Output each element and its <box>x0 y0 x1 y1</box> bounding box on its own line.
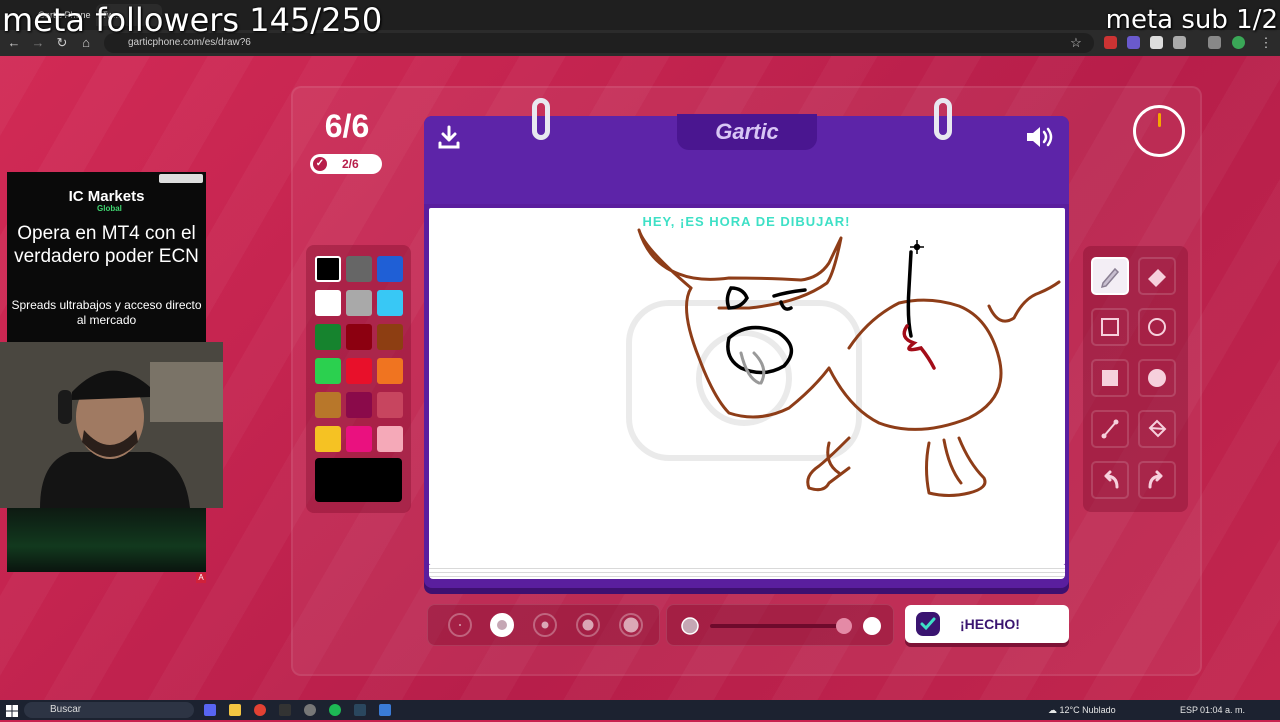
color-swatch[interactable] <box>346 290 372 316</box>
app-icon[interactable] <box>379 704 391 716</box>
color-swatch[interactable] <box>346 324 372 350</box>
players-done-badge: ✓ 2/6 <box>310 154 382 174</box>
timer-hand-icon <box>1158 113 1161 127</box>
drawing-notepad: Gartic HEY, ¡ES HORA DE DIBUJAR! TORO <box>424 98 1069 588</box>
prompt-title: HEY, ¡ES HORA DE DIBUJAR! <box>642 214 851 229</box>
headset-icon <box>58 390 72 424</box>
brush-size-option[interactable] <box>448 613 472 637</box>
chrome-icon[interactable] <box>254 704 266 716</box>
color-swatch[interactable] <box>377 290 403 316</box>
sub-goal-text: meta sub 1/2 <box>1105 5 1278 35</box>
drawing-canvas[interactable] <box>429 208 1065 565</box>
color-swatch[interactable] <box>377 426 403 452</box>
color-swatch[interactable] <box>315 324 341 350</box>
discord-icon[interactable] <box>204 704 216 716</box>
color-swatch[interactable] <box>346 256 372 282</box>
sound-icon[interactable] <box>1024 124 1058 155</box>
weather-text: 12°C Nublado <box>1059 705 1116 715</box>
line-icon[interactable] <box>1091 410 1129 448</box>
opacity-handle <box>836 618 852 634</box>
color-swatch[interactable] <box>377 256 403 282</box>
color-swatch[interactable] <box>315 426 341 452</box>
done-check-icon <box>916 612 940 636</box>
ad-choices-icon[interactable] <box>159 174 203 183</box>
color-swatch[interactable] <box>377 324 403 350</box>
ad-body: Spreads ultrabajos y acceso directo al m… <box>11 298 202 327</box>
bucket-icon[interactable] <box>1138 410 1176 448</box>
followers-goal-text: meta followers 145/250 <box>2 1 383 39</box>
spotify-icon[interactable] <box>329 704 341 716</box>
ad-headline: Opera en MT4 con el verdadero poder ECN <box>14 223 199 267</box>
language-indicator[interactable]: ESP <box>1180 700 1198 720</box>
brush-size-option[interactable] <box>533 613 557 637</box>
done-label: ¡HECHO! <box>960 616 1020 632</box>
taskbar-search[interactable]: Buscar <box>24 702 194 718</box>
color-swatch[interactable] <box>315 358 341 384</box>
opacity-high-icon <box>863 617 881 635</box>
color-swatch[interactable] <box>377 358 403 384</box>
app-icon[interactable] <box>304 704 316 716</box>
paper-stack-edge <box>429 565 1065 579</box>
color-swatch[interactable] <box>346 426 372 452</box>
clock[interactable]: 01:04 a. m. <box>1200 700 1245 720</box>
opacity-slider[interactable] <box>666 604 894 646</box>
color-swatch[interactable] <box>315 256 341 282</box>
file-explorer-icon[interactable] <box>229 704 241 716</box>
webcam-feed <box>0 342 223 508</box>
players-done-count: 2/6 <box>342 157 359 171</box>
download-icon[interactable] <box>436 124 462 155</box>
ad-brand: IC Markets <box>68 188 145 205</box>
bull-snout-drawing <box>739 351 766 385</box>
done-button[interactable]: ¡HECHO! <box>905 605 1069 643</box>
pencil-icon[interactable] <box>1091 257 1129 295</box>
ad-brand-sub: Global <box>97 204 122 213</box>
ad-banner[interactable]: IC Markets Global Opera en MT4 con el ve… <box>7 172 206 342</box>
ad-report-icon[interactable]: A <box>196 573 206 583</box>
timer-clock <box>1133 105 1185 157</box>
binder-ring-icon <box>934 98 952 140</box>
app-icon[interactable] <box>279 704 291 716</box>
gartic-logo: Gartic <box>677 114 817 150</box>
undo-icon[interactable] <box>1091 461 1129 499</box>
round-counter: 6/6 <box>324 108 370 144</box>
weather-widget[interactable]: ☁ 12°C Nublado <box>1048 700 1116 720</box>
current-color-preview <box>315 458 402 502</box>
brush-size-option-selected[interactable] <box>490 613 514 637</box>
prompt-word: TORO <box>716 229 777 252</box>
color-swatch[interactable] <box>315 290 341 316</box>
circle-filled-icon[interactable] <box>1138 359 1176 397</box>
brush-size-selector <box>427 604 660 646</box>
tools-panel <box>1083 246 1188 512</box>
color-palette <box>306 245 411 513</box>
steam-icon[interactable] <box>354 704 366 716</box>
color-swatch[interactable] <box>377 392 403 418</box>
eraser-icon[interactable] <box>1138 257 1176 295</box>
windows-start-icon[interactable] <box>6 704 18 717</box>
redo-icon[interactable] <box>1138 461 1176 499</box>
watermark-logo <box>626 300 862 461</box>
color-swatch[interactable] <box>346 392 372 418</box>
brush-size-option[interactable] <box>619 613 643 637</box>
opacity-low-icon <box>681 617 699 635</box>
color-swatch[interactable] <box>315 392 341 418</box>
webcam-lower <box>7 508 206 572</box>
square-filled-icon[interactable] <box>1091 359 1129 397</box>
color-swatch[interactable] <box>346 358 372 384</box>
circle-outline-icon[interactable] <box>1138 308 1176 346</box>
binder-ring-icon <box>532 98 550 140</box>
opacity-track <box>710 624 850 628</box>
brush-size-option[interactable] <box>576 613 600 637</box>
check-icon: ✓ <box>313 157 327 171</box>
square-outline-icon[interactable] <box>1091 308 1129 346</box>
bookmark-star-icon[interactable]: ☆ <box>1068 35 1084 51</box>
